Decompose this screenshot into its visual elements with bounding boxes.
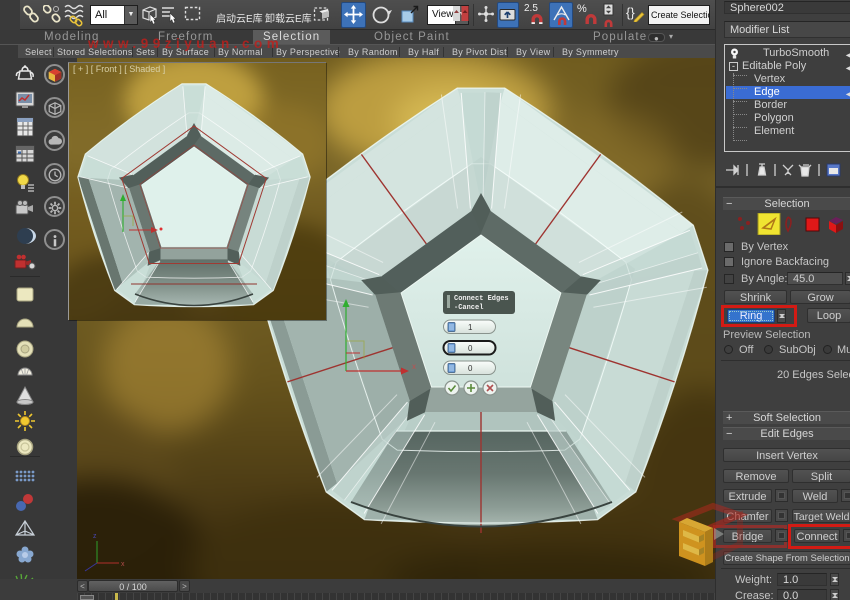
svg-text:-Cancel: -Cancel	[454, 304, 483, 312]
svg-text:1: 1	[468, 323, 473, 332]
svg-text:z: z	[93, 533, 97, 540]
svg-text:0: 0	[468, 364, 473, 373]
svg-text:0: 0	[468, 344, 473, 353]
svg-text:Connect Edges: Connect Edges	[454, 295, 509, 303]
svg-text:x: x	[412, 362, 416, 371]
svg-text:x: x	[121, 561, 125, 568]
